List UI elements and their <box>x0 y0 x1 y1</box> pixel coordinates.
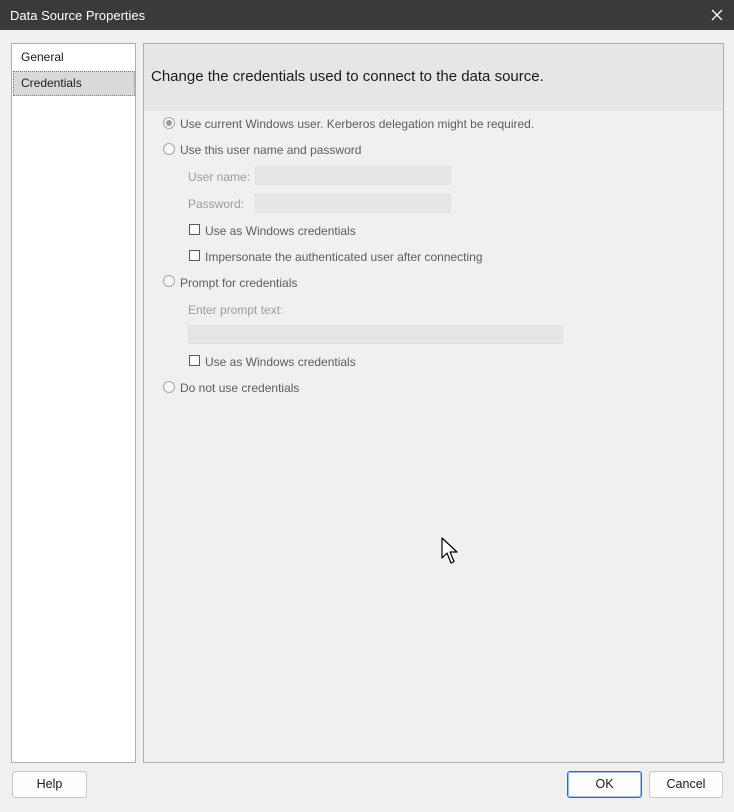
credentials-panel: Change the credentials used to connect t… <box>143 43 724 763</box>
mouse-pointer-icon <box>441 537 461 568</box>
radio-current-user-label[interactable]: Use current Windows user. Kerberos deleg… <box>180 117 534 131</box>
password-field[interactable] <box>255 194 451 213</box>
radio-prompt-label[interactable]: Prompt for credentials <box>180 276 297 290</box>
password-label: Password: <box>188 197 245 211</box>
nav-item-general[interactable]: General <box>13 45 135 70</box>
checkbox-prompt-windows-credentials[interactable] <box>189 355 200 366</box>
prompt-text-label: Enter prompt text: <box>188 303 284 317</box>
checkbox-windows-credentials[interactable] <box>189 224 200 235</box>
help-button[interactable]: Help <box>12 771 87 798</box>
page-nav: General Credentials <box>11 43 136 763</box>
prompt-text-field[interactable] <box>188 325 563 344</box>
radio-user-password-label[interactable]: Use this user name and password <box>180 143 361 157</box>
radio-no-credentials[interactable] <box>163 381 175 393</box>
checkbox-impersonate[interactable] <box>189 250 200 261</box>
radio-no-credentials-label[interactable]: Do not use credentials <box>180 381 299 395</box>
radio-current-user[interactable] <box>163 117 175 129</box>
close-icon[interactable] <box>700 0 734 30</box>
window-title: Data Source Properties <box>10 8 146 23</box>
checkbox-impersonate-label[interactable]: Impersonate the authenticated user after… <box>205 250 483 264</box>
checkbox-windows-credentials-label[interactable]: Use as Windows credentials <box>205 224 356 238</box>
nav-item-credentials[interactable]: Credentials <box>13 71 135 96</box>
cancel-button[interactable]: Cancel <box>649 771 723 798</box>
radio-prompt[interactable] <box>163 275 175 287</box>
panel-header: Change the credentials used to connect t… <box>144 44 723 111</box>
username-label: User name: <box>188 170 251 184</box>
ok-button[interactable]: OK <box>567 771 642 798</box>
username-field[interactable] <box>255 166 451 185</box>
checkbox-prompt-windows-credentials-label[interactable]: Use as Windows credentials <box>205 355 356 369</box>
title-bar: Data Source Properties <box>0 0 734 30</box>
panel-heading: Change the credentials used to connect t… <box>151 68 544 85</box>
radio-user-password[interactable] <box>163 143 175 155</box>
